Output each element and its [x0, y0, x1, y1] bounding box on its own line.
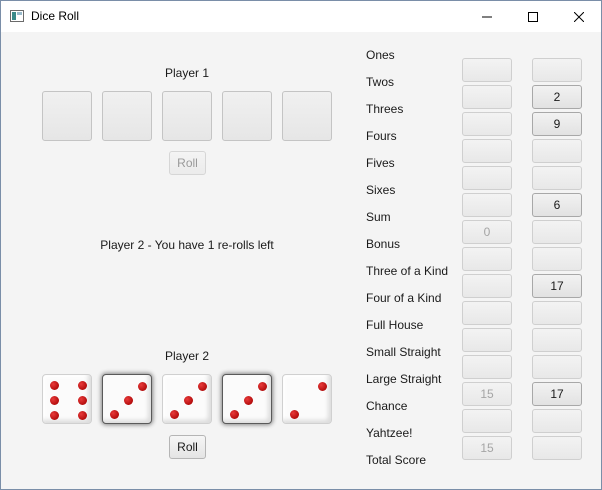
player2-score-cell[interactable]	[532, 220, 582, 244]
player2-score-cell[interactable]: 9	[532, 112, 582, 136]
player2-die[interactable]	[222, 374, 272, 424]
die-pip	[77, 395, 87, 405]
die-pip	[137, 381, 147, 391]
player1-score-cell[interactable]	[462, 409, 512, 433]
player1-score-cell[interactable]: 15	[462, 382, 512, 406]
player1-score-cell[interactable]	[462, 247, 512, 271]
player2-score-cell[interactable]	[532, 301, 582, 325]
score-category-label: Fives	[366, 156, 395, 170]
die-pip	[49, 410, 59, 420]
status-message: Player 2 - You have 1 re-rolls left	[100, 238, 274, 252]
player1-score-cell[interactable]	[462, 139, 512, 163]
maximize-icon	[528, 11, 538, 22]
close-icon	[574, 11, 584, 22]
die-pip	[183, 395, 193, 405]
player2-score-cell[interactable]	[532, 355, 582, 379]
die-pip	[77, 410, 87, 420]
app-window: Dice Roll Player 1 Roll Player 2 - You h…	[0, 0, 602, 490]
minimize-icon	[482, 16, 492, 17]
die-pip	[229, 409, 239, 419]
minimize-button[interactable]	[464, 1, 510, 32]
score-category-label: Chance	[366, 399, 408, 413]
score-category-label: Ones	[366, 48, 395, 62]
player2-die[interactable]	[282, 374, 332, 424]
player2-score-cell[interactable]: 6	[532, 193, 582, 217]
player2-score-cell[interactable]	[532, 409, 582, 433]
die-pip	[77, 380, 87, 390]
player1-die[interactable]	[222, 91, 272, 141]
player2-score-cell[interactable]: 17	[532, 274, 582, 298]
player2-score-cell[interactable]	[532, 139, 582, 163]
player1-score-cell[interactable]	[462, 328, 512, 352]
die-pip	[197, 381, 207, 391]
player2-score-cell[interactable]	[532, 247, 582, 271]
app-icon	[10, 10, 24, 22]
score-category-label: Full House	[366, 318, 424, 332]
player1-score-cell[interactable]	[462, 274, 512, 298]
player2-die[interactable]	[102, 374, 152, 424]
player1-score-cell[interactable]	[462, 193, 512, 217]
player1-score-cell[interactable]	[462, 166, 512, 190]
player2-label: Player 2	[164, 349, 210, 363]
die-pip	[243, 395, 253, 405]
player1-score-cell[interactable]	[462, 301, 512, 325]
player2-score-cell[interactable]	[532, 436, 582, 460]
player2-roll-button[interactable]: Roll	[169, 435, 206, 459]
score-category-label: Threes	[366, 102, 404, 116]
player1-score-cell[interactable]	[462, 355, 512, 379]
score-category-label: Twos	[366, 75, 395, 89]
player2-score-cell[interactable]	[532, 58, 582, 82]
score-category-label: Yahtzee!	[366, 426, 413, 440]
player1-die[interactable]	[102, 91, 152, 141]
player1-roll-button[interactable]: Roll	[169, 151, 206, 175]
player2-score-cell[interactable]	[532, 166, 582, 190]
player1-score-cell[interactable]	[462, 112, 512, 136]
score-category-label: Four of a Kind	[366, 291, 442, 305]
title-bar: Dice Roll	[1, 1, 601, 32]
die-pip	[257, 381, 267, 391]
window-title: Dice Roll	[31, 9, 80, 23]
player2-die[interactable]	[42, 374, 92, 424]
player1-die[interactable]	[162, 91, 212, 141]
score-category-label: Total Score	[366, 453, 427, 467]
score-category-label: Fours	[366, 129, 397, 143]
score-category-label: Three of a Kind	[366, 264, 449, 278]
die-pip	[49, 380, 59, 390]
player1-label: Player 1	[164, 66, 210, 80]
player1-die[interactable]	[42, 91, 92, 141]
die-pip	[317, 381, 327, 391]
score-category-label: Large Straight	[366, 372, 442, 386]
game-area: Player 1 Roll Player 2 - You have 1 re-r…	[2, 32, 602, 490]
player2-die[interactable]	[162, 374, 212, 424]
player2-score-cell[interactable]: 17	[532, 382, 582, 406]
player2-score-cell[interactable]	[532, 328, 582, 352]
score-category-label: Sum	[366, 210, 391, 224]
score-category-label: Bonus	[366, 237, 401, 251]
player1-score-cell[interactable]: 15	[462, 436, 512, 460]
player2-score-cell[interactable]: 2	[532, 85, 582, 109]
die-pip	[289, 409, 299, 419]
score-category-label: Sixes	[366, 183, 396, 197]
close-button[interactable]	[556, 1, 602, 32]
player1-score-cell[interactable]	[462, 85, 512, 109]
die-pip	[123, 395, 133, 405]
die-pip	[169, 409, 179, 419]
die-pip	[109, 409, 119, 419]
player1-die[interactable]	[282, 91, 332, 141]
score-category-label: Small Straight	[366, 345, 441, 359]
maximize-button[interactable]	[510, 1, 556, 32]
player1-score-cell[interactable]	[462, 58, 512, 82]
player1-score-cell[interactable]: 0	[462, 220, 512, 244]
die-pip	[49, 395, 59, 405]
